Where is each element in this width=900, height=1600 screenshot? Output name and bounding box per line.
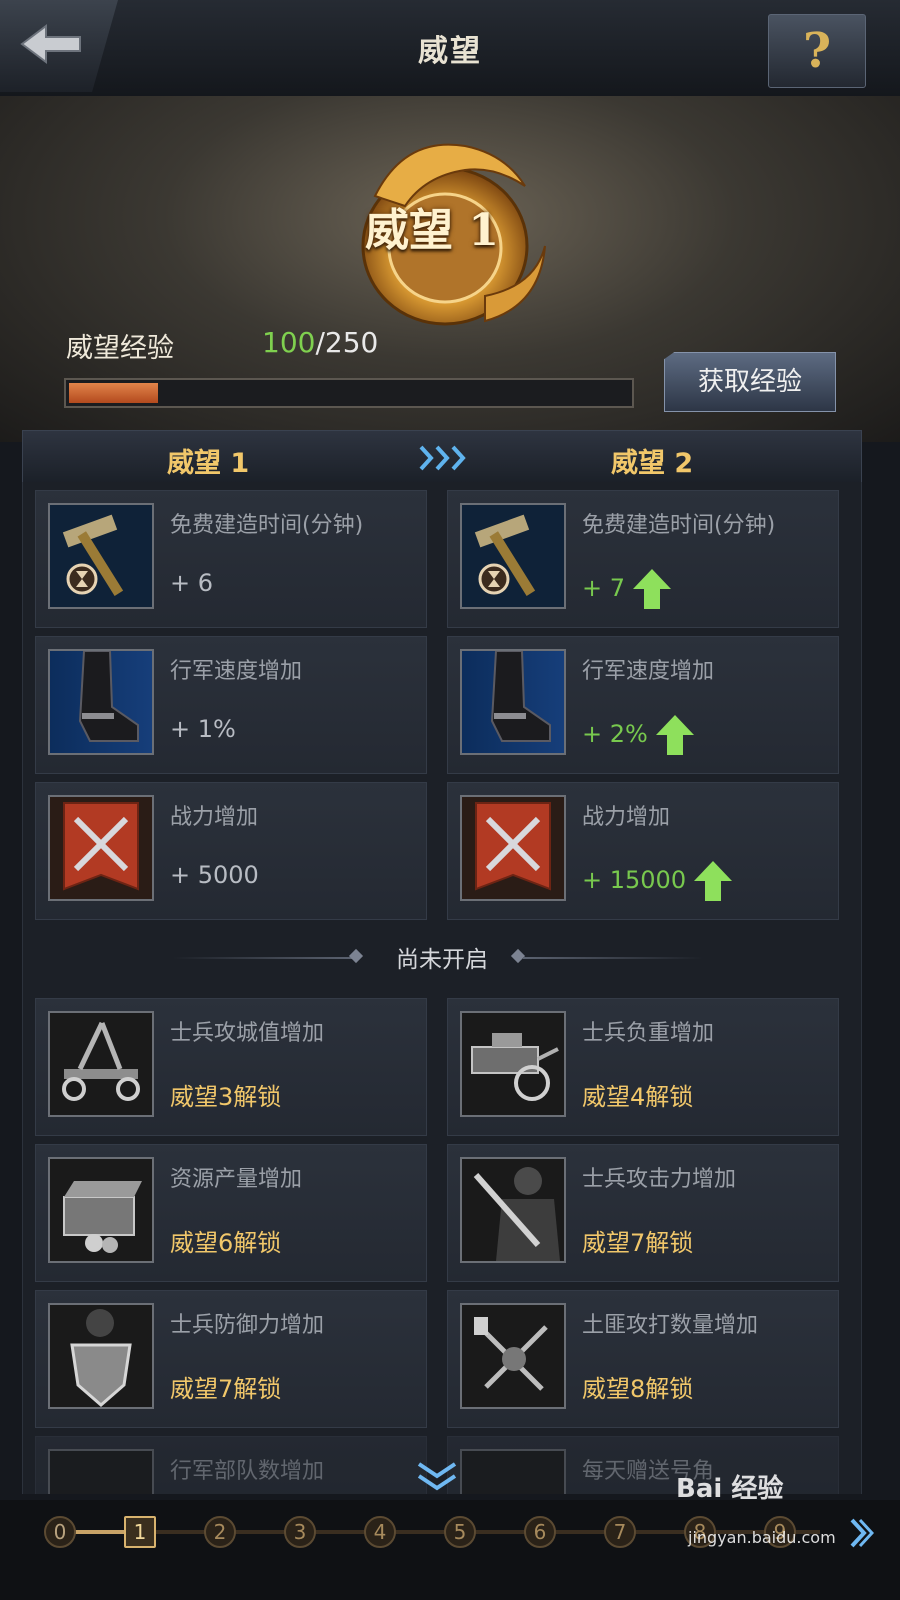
bonus-next-value-text: + 7 xyxy=(582,574,626,602)
increase-arrow-icon xyxy=(633,569,672,609)
unlock-text: 威望8解锁 xyxy=(582,1375,694,1403)
page-title: 威望 xyxy=(418,34,482,69)
bonus-value: + 6 xyxy=(170,569,214,597)
bonus-name: 行军速度增加 xyxy=(582,659,715,684)
level-node-6[interactable]: 6 xyxy=(524,1516,556,1548)
locked-card: 士兵负重增加 威望4解锁 xyxy=(447,998,839,1136)
catapult-icon xyxy=(48,1011,154,1117)
level-node-7[interactable]: 7 xyxy=(604,1516,636,1548)
unlock-text: 威望4解锁 xyxy=(582,1083,694,1111)
unlock-text: 威望7解锁 xyxy=(582,1229,694,1257)
level-node-5[interactable]: 5 xyxy=(444,1516,476,1548)
unlock-text: 威望7解锁 xyxy=(170,1375,282,1403)
level-node-1[interactable]: 1 xyxy=(124,1516,156,1548)
top-bar: 威望 ? xyxy=(0,0,900,98)
locked-card: 土匪攻打数量增加 威望8解锁 xyxy=(447,1290,839,1428)
level-node-4[interactable]: 4 xyxy=(364,1516,396,1548)
locked-name: 行军部队数增加 xyxy=(170,1459,325,1484)
troops-icon xyxy=(48,1449,154,1494)
level-compare-header: 威望 1 威望 2 xyxy=(22,430,862,484)
exp-max: /250 xyxy=(315,326,379,359)
next-page-arrow-icon[interactable] xyxy=(848,1518,874,1548)
horn-icon xyxy=(460,1449,566,1494)
locked-card: 士兵攻城值增加 威望3解锁 xyxy=(35,998,427,1136)
bonus-name: 行军速度增加 xyxy=(170,659,303,684)
locked-card: 资源产量增加 威望6解锁 xyxy=(35,1144,427,1282)
bonus-name: 战力增加 xyxy=(170,805,259,830)
unlock-text: 威望3解锁 xyxy=(170,1083,282,1111)
bandit-weapons-icon xyxy=(460,1303,566,1409)
scroll-down-chevron-icon[interactable] xyxy=(415,1462,459,1492)
crossed-swords-banner-icon xyxy=(460,795,566,901)
current-level-label: 威望 1 xyxy=(167,448,250,479)
swordsman-icon xyxy=(460,1157,566,1263)
bonus-next-value: + 7 xyxy=(582,569,672,609)
get-exp-button[interactable]: 获取经验 xyxy=(664,352,836,412)
section-divider-right xyxy=(523,957,703,959)
bonus-next-value-text: + 2% xyxy=(582,720,648,748)
bonus-next-value: + 15000 xyxy=(582,861,733,901)
bonus-name: 战力增加 xyxy=(582,805,671,830)
increase-arrow-icon xyxy=(694,861,733,901)
bonus-list[interactable]: 免费建造时间(分钟) + 6 免费建造时间(分钟) + 7 行军速度增加 + 1… xyxy=(22,482,862,1494)
level-node-0[interactable]: 0 xyxy=(44,1516,76,1548)
increase-arrow-icon xyxy=(655,715,694,755)
level-node-2[interactable]: 2 xyxy=(204,1516,236,1548)
bonus-next-value-text: + 15000 xyxy=(582,866,687,894)
bonus-card-next: 行军速度增加 + 2% xyxy=(447,636,839,774)
exp-progress-fill xyxy=(69,383,158,403)
exp-label: 威望经验 xyxy=(66,333,174,364)
hammer-hourglass-icon xyxy=(48,503,154,609)
medal-label: 威望 1 xyxy=(365,205,499,256)
cart-icon xyxy=(460,1011,566,1117)
unlock-text: 威望6解锁 xyxy=(170,1229,282,1257)
next-level-label: 威望 2 xyxy=(611,448,694,479)
bonus-name: 免费建造时间(分钟) xyxy=(582,513,776,538)
exp-current: 100 xyxy=(262,326,316,359)
bonus-card-next: 免费建造时间(分钟) + 7 xyxy=(447,490,839,628)
locked-name: 资源产量增加 xyxy=(170,1167,303,1192)
level-track: 0123456789 xyxy=(0,1500,900,1600)
locked-card: 行军部队数增加 xyxy=(35,1436,427,1494)
bonus-value: + 1% xyxy=(170,715,236,743)
bonus-card-next: 战力增加 + 15000 xyxy=(447,782,839,920)
treasure-chest-icon xyxy=(48,1157,154,1263)
bonus-card-current: 免费建造时间(分钟) + 6 xyxy=(35,490,427,628)
bonus-card-current: 战力增加 + 5000 xyxy=(35,782,427,920)
prestige-banner: 威望 1 威望经验 100/250 获取经验 xyxy=(0,96,900,442)
watermark-brand: Bai 经验 xyxy=(676,1474,784,1504)
exp-progress-bar xyxy=(64,378,634,408)
locked-name: 土匪攻打数量增加 xyxy=(582,1313,759,1338)
bonus-value: + 5000 xyxy=(170,861,259,889)
locked-name: 士兵防御力增加 xyxy=(170,1313,325,1338)
locked-card: 士兵攻击力增加 威望7解锁 xyxy=(447,1144,839,1282)
boot-icon xyxy=(48,649,154,755)
crossed-swords-banner-icon xyxy=(48,795,154,901)
triple-chevron-icon xyxy=(419,445,466,471)
locked-section-label: 尚未开启 xyxy=(396,947,488,973)
watermark-url: jingyan.baidu.com xyxy=(688,1528,836,1547)
exp-value: 100/250 xyxy=(262,326,378,359)
locked-name: 士兵负重增加 xyxy=(582,1021,715,1046)
bonus-next-value: + 2% xyxy=(582,715,694,755)
locked-card: 士兵防御力增加 威望7解锁 xyxy=(35,1290,427,1428)
boot-icon xyxy=(460,649,566,755)
shield-soldier-icon xyxy=(48,1303,154,1409)
help-button[interactable]: ? xyxy=(768,14,866,88)
bonus-name: 免费建造时间(分钟) xyxy=(170,513,364,538)
locked-name: 士兵攻城值增加 xyxy=(170,1021,325,1046)
hammer-hourglass-icon xyxy=(460,503,566,609)
bonus-card-current: 行军速度增加 + 1% xyxy=(35,636,427,774)
locked-name: 士兵攻击力增加 xyxy=(582,1167,737,1192)
level-node-3[interactable]: 3 xyxy=(284,1516,316,1548)
